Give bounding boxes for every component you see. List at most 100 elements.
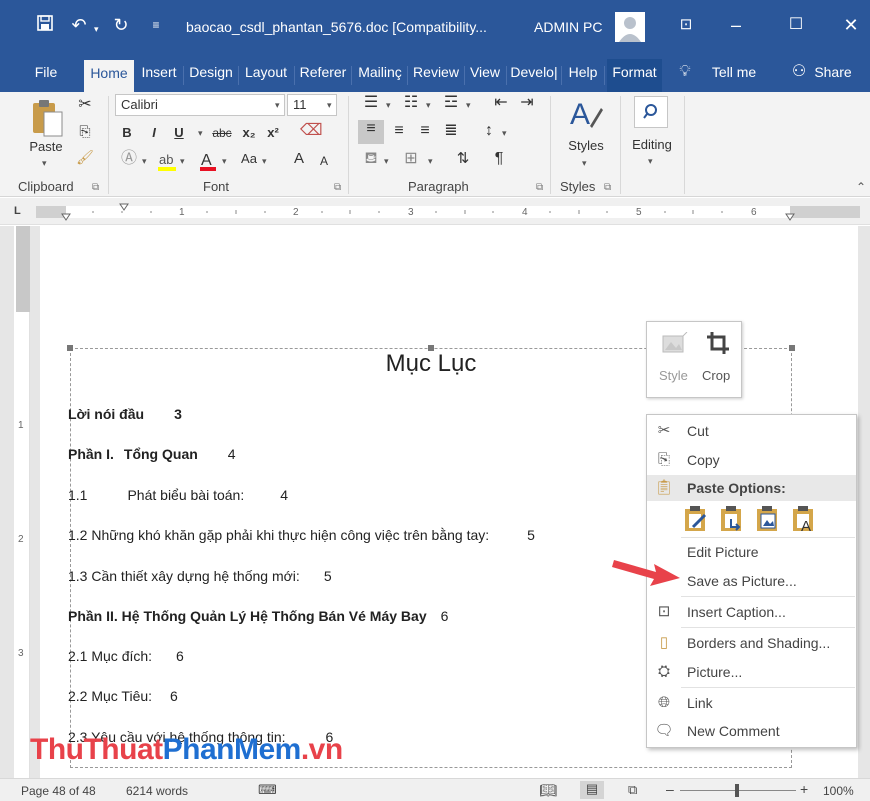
tab-format[interactable]: Format [607, 59, 662, 92]
menu-item-insert-caption[interactable]: ⊡ Insert Caption... [647, 599, 856, 625]
menu-item-link[interactable]: 🌐︎ Link [647, 690, 856, 716]
subscript-button[interactable]: x₂ [240, 124, 258, 142]
change-case-button[interactable]: Aa [238, 150, 260, 168]
justify-icon[interactable]: ≣ [440, 122, 462, 140]
bold-button[interactable]: B [120, 124, 134, 142]
close-icon[interactable]: ✕ [839, 14, 863, 36]
tab-home[interactable]: Home [84, 60, 134, 92]
menu-item-new-comment[interactable]: 🗨︎ New Comment [647, 718, 856, 744]
multilevel-dropdown-icon[interactable]: ▾ [466, 100, 471, 111]
highlight-icon[interactable]: ab [156, 150, 178, 172]
font-name-dropdown-icon[interactable]: ▾ [275, 100, 280, 111]
style-button-label[interactable]: Style [659, 368, 688, 383]
web-layout-icon[interactable]: ⧉ [628, 782, 637, 798]
zoom-in-icon[interactable]: + [800, 781, 808, 797]
numbering-dropdown-icon[interactable]: ▾ [426, 100, 431, 111]
superscript-button[interactable]: x² [264, 124, 282, 142]
paste-icon[interactable] [30, 98, 64, 138]
tab-mailings[interactable]: Mailinç [354, 59, 406, 92]
clear-formatting-icon[interactable]: ⌫ [300, 122, 323, 140]
menu-item-copy[interactable]: ⎘ Copy [647, 447, 856, 473]
styles-dropdown-icon[interactable]: ▾ [582, 158, 587, 169]
decrease-indent-icon[interactable]: ⇤ [490, 94, 512, 112]
customize-qat-icon[interactable]: ≡ [148, 14, 164, 36]
editing-button[interactable]: Editing [628, 136, 676, 154]
underline-button[interactable]: U [172, 124, 186, 142]
bullets-icon[interactable]: ☰ [360, 94, 382, 112]
paste-picture-icon[interactable] [755, 505, 781, 533]
print-layout-icon[interactable]: ▤ [580, 781, 604, 799]
borders-dropdown-icon[interactable]: ▾ [428, 156, 433, 167]
shading-dropdown-icon[interactable]: ▾ [384, 156, 389, 167]
crop-button-label[interactable]: Crop [702, 368, 730, 383]
search-icon[interactable] [634, 96, 668, 128]
tab-selector-icon[interactable]: L [14, 205, 21, 217]
undo-dropdown-icon[interactable]: ▾ [94, 24, 99, 35]
vertical-scroll-thumb[interactable] [16, 226, 30, 312]
highlight-dropdown-icon[interactable]: ▾ [180, 156, 185, 167]
grow-font-button[interactable]: A [292, 150, 306, 168]
format-painter-icon[interactable]: 🖌︎ [76, 148, 94, 166]
line-spacing-dropdown-icon[interactable]: ▾ [502, 128, 507, 139]
numbering-icon[interactable]: ☷ [400, 94, 422, 112]
tab-file[interactable]: File [30, 59, 62, 92]
redo-icon[interactable]: ↻ [110, 14, 132, 36]
paragraph-launcher-icon[interactable]: ⧉ [536, 182, 543, 193]
style-icon[interactable] [661, 331, 689, 356]
align-center-icon[interactable]: ≡ [388, 122, 410, 140]
maximize-icon[interactable]: ☐ [784, 14, 808, 36]
cut-icon[interactable]: ✂ [76, 96, 94, 114]
tab-design[interactable]: Design [186, 59, 236, 92]
collapse-ribbon-icon[interactable]: ⌃ [856, 180, 866, 194]
tab-references[interactable]: Referer [297, 59, 349, 92]
font-color-dropdown-icon[interactable]: ▾ [222, 156, 227, 167]
zoom-slider-thumb[interactable] [735, 784, 739, 797]
font-size-dropdown-icon[interactable]: ▾ [327, 100, 332, 111]
styles-button[interactable]: Styles [564, 137, 608, 155]
horizontal-ruler[interactable]: L 1 2 3 4 5 6 [0, 198, 870, 225]
avatar[interactable] [615, 12, 645, 42]
ribbon-display-options-icon[interactable]: ⊡ [674, 14, 698, 36]
undo-icon[interactable]: ↶ [68, 14, 90, 36]
tab-layout[interactable]: Layout [241, 59, 291, 92]
tab-developer[interactable]: Develo| [509, 59, 559, 92]
crop-icon[interactable] [705, 330, 731, 356]
proofing-icon[interactable]: ⌨ [258, 782, 277, 798]
tab-help[interactable]: Help [564, 59, 602, 92]
sort-icon[interactable]: ⇅ [452, 150, 474, 168]
align-right-icon[interactable]: ≡ [414, 122, 436, 140]
tab-insert[interactable]: Insert [138, 59, 180, 92]
tell-me-search[interactable]: Tell me [706, 59, 762, 92]
read-mode-icon[interactable]: 📖︎ [539, 782, 557, 799]
zoom-level[interactable]: 100% [823, 784, 854, 798]
strikethrough-button[interactable]: abc [210, 124, 234, 142]
save-icon[interactable] [34, 14, 56, 37]
shrink-font-button[interactable]: A [318, 152, 330, 170]
copy-icon[interactable]: ⎘ [76, 122, 94, 140]
styles-icon[interactable]: A [568, 96, 604, 132]
page-count[interactable]: Page 48 of 48 [21, 784, 96, 798]
multilevel-list-icon[interactable]: ☲ [440, 94, 462, 112]
styles-launcher-icon[interactable]: ⧉ [604, 182, 611, 193]
word-count[interactable]: 6214 words [126, 784, 188, 798]
font-name-input[interactable]: Calibri [115, 94, 285, 116]
borders-icon[interactable]: ⊞ [400, 150, 422, 168]
font-launcher-icon[interactable]: ⧉ [334, 182, 341, 193]
paste-button[interactable]: Paste [26, 138, 66, 156]
menu-item-borders-shading[interactable]: ▯ Borders and Shading... [647, 630, 856, 656]
tab-view[interactable]: View [467, 59, 503, 92]
bullets-dropdown-icon[interactable]: ▾ [386, 100, 391, 111]
tab-review[interactable]: Review [410, 59, 462, 92]
increase-indent-icon[interactable]: ⇥ [516, 94, 538, 112]
text-effects-icon[interactable]: Ⓐ [120, 150, 138, 168]
align-left-icon[interactable]: ≡ [358, 120, 384, 144]
line-spacing-icon[interactable]: ↕ [478, 122, 500, 140]
merge-formatting-icon[interactable] [719, 505, 745, 533]
menu-item-cut[interactable]: ✂ Cut [647, 418, 856, 444]
italic-button[interactable]: I [147, 124, 161, 142]
show-hide-button[interactable]: ¶ [490, 150, 508, 168]
text-effects-dropdown-icon[interactable]: ▾ [142, 156, 147, 167]
menu-item-picture[interactable]: ⛭ Picture... [647, 659, 856, 685]
minimize-icon[interactable]: – [724, 14, 748, 36]
share-icon[interactable]: ⚇ [790, 59, 808, 92]
